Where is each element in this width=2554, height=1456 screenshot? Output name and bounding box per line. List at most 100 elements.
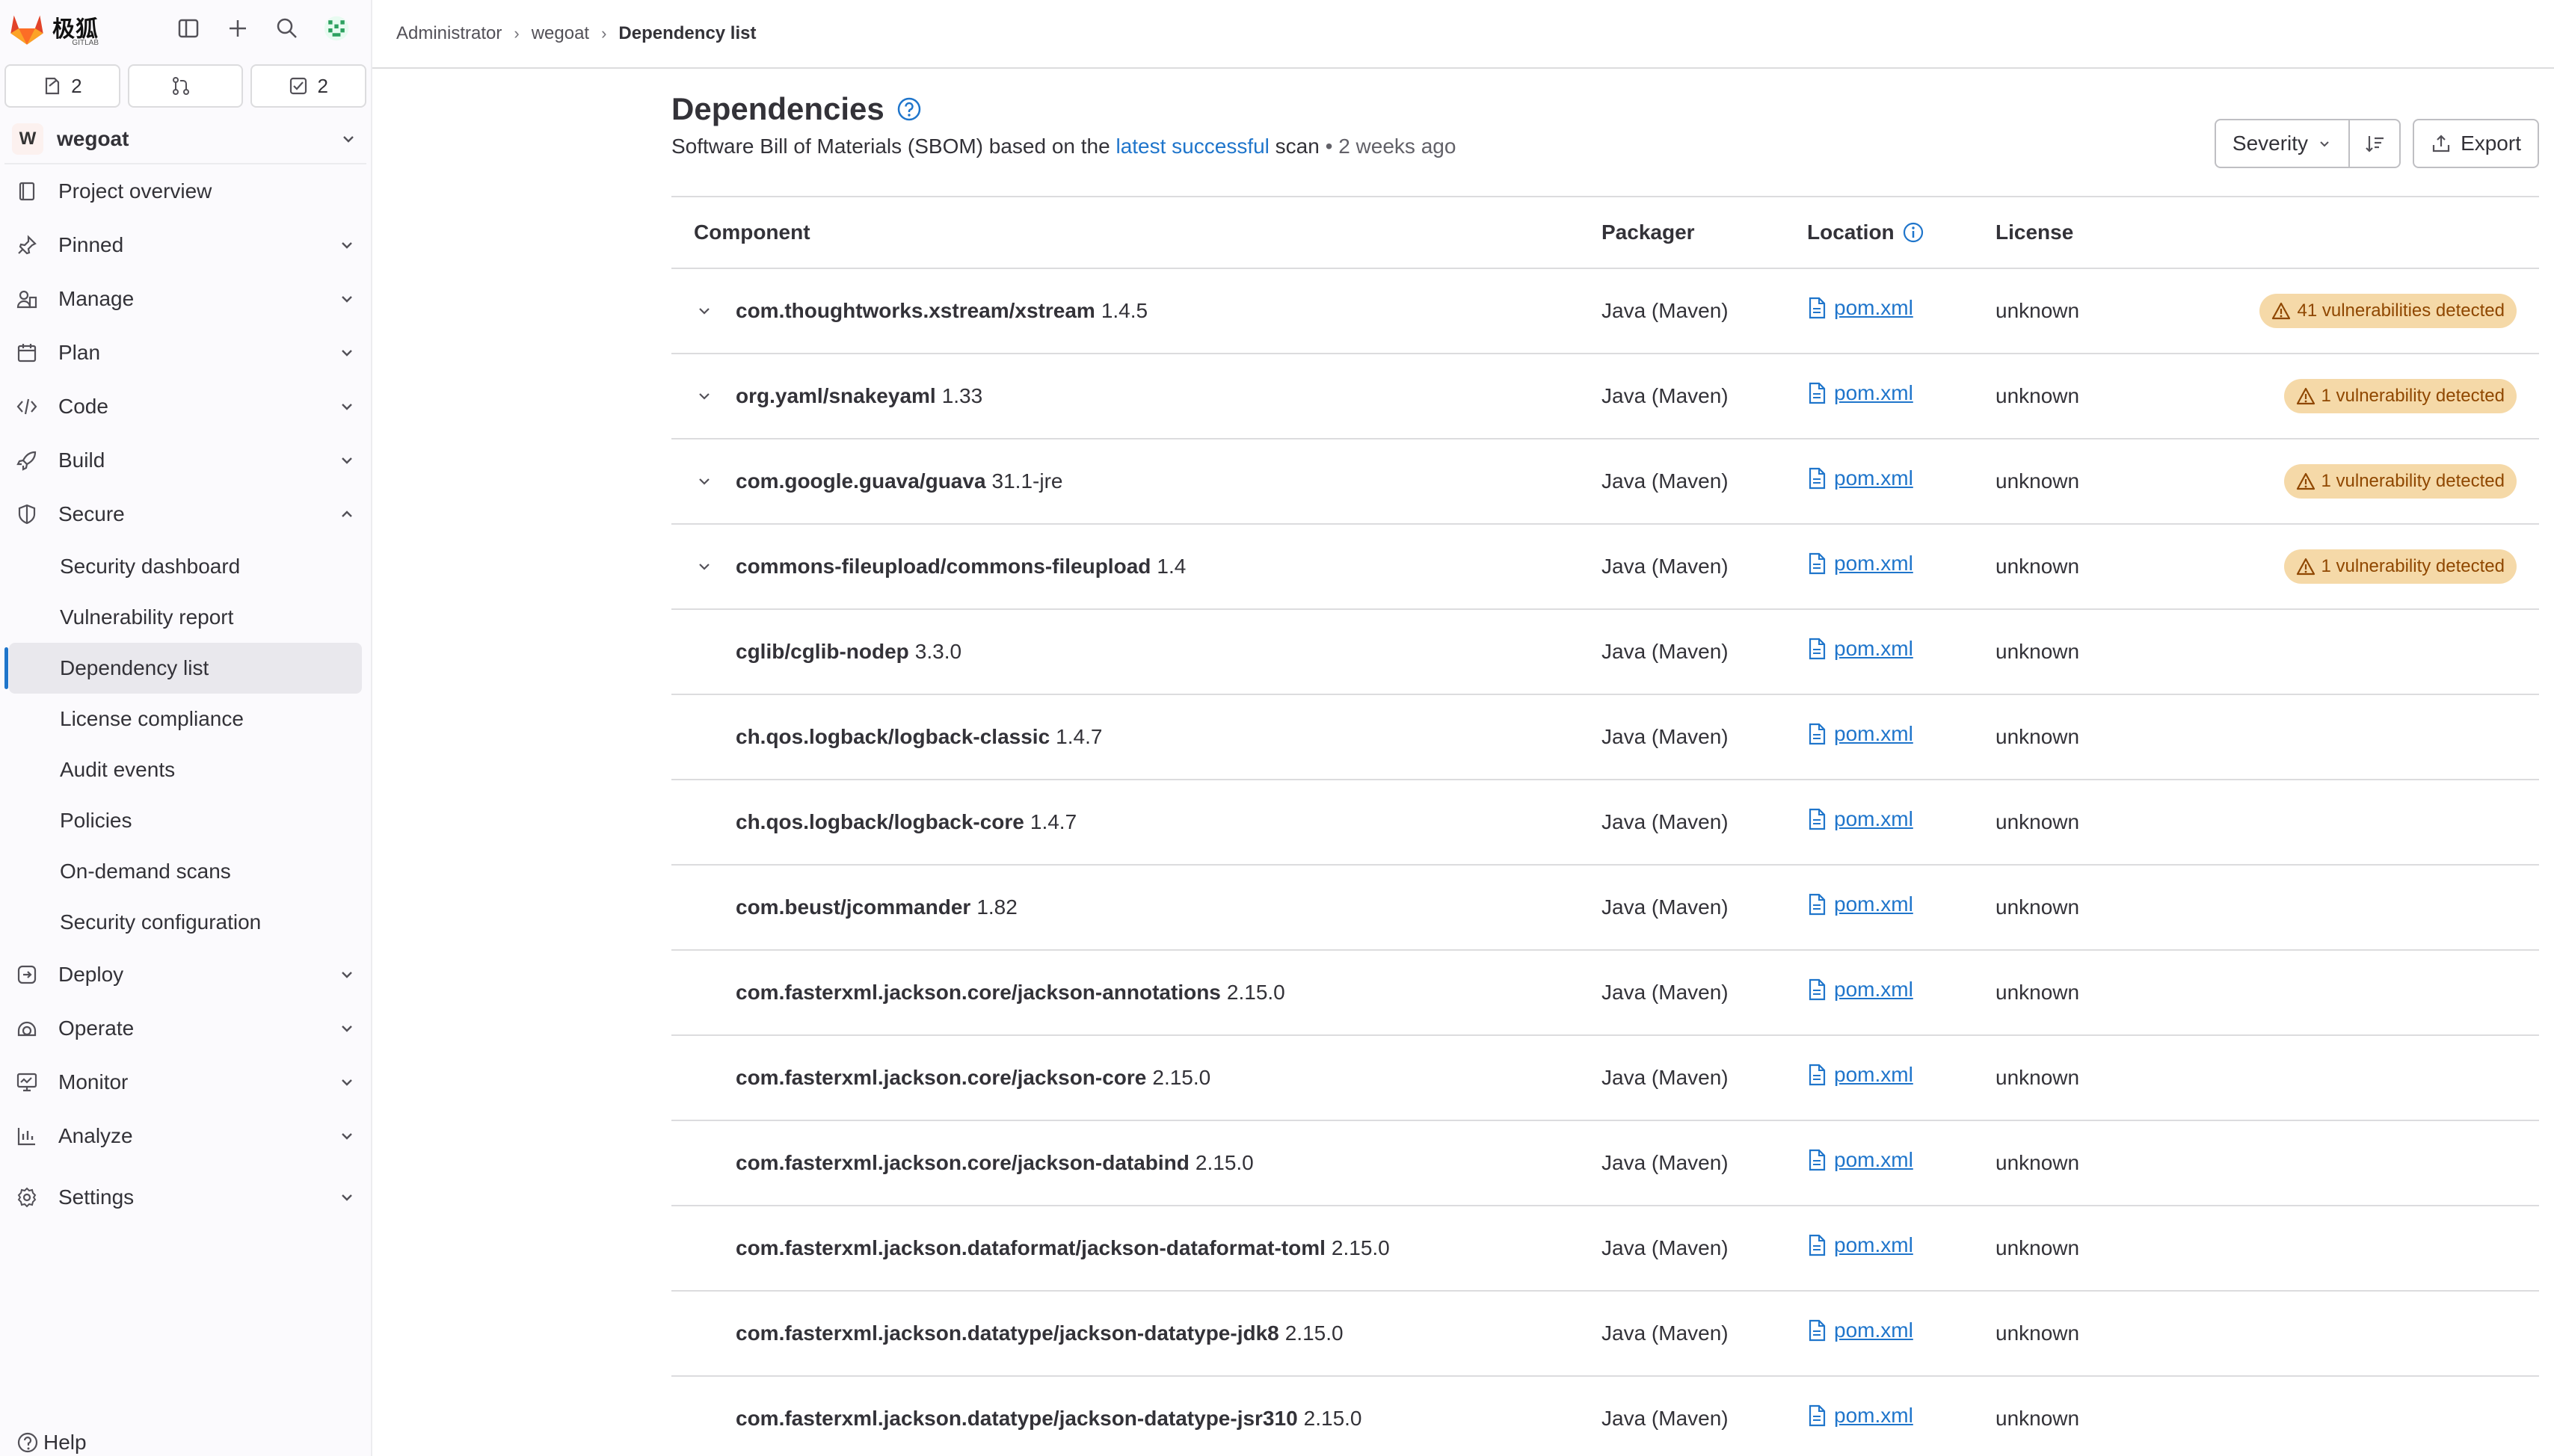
sort-direction-button[interactable] [2350, 119, 2401, 168]
sidebar-item-label: Build [58, 448, 105, 472]
vulnerability-badge[interactable]: 1 vulnerability detected [2283, 379, 2517, 413]
location-filename: pom.xml [1834, 1318, 1913, 1342]
table-header: Component Packager Location License [671, 197, 2539, 269]
monitor-icon [13, 1069, 40, 1096]
column-header-license: License [1995, 220, 2074, 244]
search-icon[interactable] [274, 15, 301, 42]
help-question-icon[interactable] [896, 96, 922, 122]
sidebar-item-label: Deploy [58, 963, 124, 986]
packager-cell: Java (Maven) [1601, 384, 1807, 408]
expand-row-chevron-icon[interactable] [694, 556, 715, 577]
sidebar-item-analyze[interactable]: Analyze [4, 1109, 366, 1163]
location-link[interactable]: pom.xml [1807, 466, 1913, 490]
project-icon [13, 178, 40, 205]
license-cell: unknown [1995, 640, 2197, 664]
export-button[interactable]: Export [2413, 119, 2539, 168]
vulnerability-badge[interactable]: 1 vulnerability detected [2283, 464, 2517, 499]
gear-icon [13, 1184, 40, 1211]
sidebar-toggle-icon[interactable] [175, 15, 202, 42]
location-link[interactable]: pom.xml [1807, 978, 1913, 1002]
sidebar-subitem-dependency-list[interactable]: Dependency list [4, 643, 362, 694]
issues-counter[interactable]: 2 [4, 64, 120, 108]
location-link[interactable]: pom.xml [1807, 637, 1913, 661]
sidebar-subitem-security-dashboard[interactable]: Security dashboard [9, 541, 362, 592]
license-cell: unknown [1995, 895, 2197, 919]
location-link[interactable]: pom.xml [1807, 892, 1913, 916]
breadcrumb-item-project[interactable]: wegoat [532, 23, 589, 44]
table-row: com.fasterxml.jackson.core/jackson-core … [671, 1036, 2539, 1121]
sidebar-item-pinned[interactable]: Pinned [4, 218, 366, 272]
info-icon[interactable] [1902, 221, 1924, 244]
license-value: unknown [1995, 469, 2080, 493]
user-avatar-icon[interactable] [323, 15, 350, 42]
table-body: com.thoughtworks.xstream/xstream 1.4.5 J… [671, 269, 2539, 1456]
breadcrumb-item-administrator[interactable]: Administrator [396, 23, 502, 44]
location-link[interactable]: pom.xml [1807, 1148, 1913, 1172]
latest-scan-link[interactable]: latest successful [1116, 135, 1269, 158]
location-filename: pom.xml [1834, 722, 1913, 745]
vulnerability-badge[interactable]: 1 vulnerability detected [2283, 549, 2517, 584]
todos-counter[interactable]: 2 [250, 64, 367, 108]
sidebar-item-code[interactable]: Code [4, 380, 366, 434]
sidebar-item-plan[interactable]: Plan [4, 326, 366, 380]
sidebar-item-deploy[interactable]: Deploy [4, 948, 366, 1002]
project-switcher[interactable]: W wegoat [4, 115, 366, 164]
license-cell: unknown [1995, 981, 2197, 1005]
component-version: 1.33 [941, 384, 983, 407]
table-row: commons-fileupload/commons-fileupload 1.… [671, 525, 2539, 610]
breadcrumb-item-current[interactable]: Dependency list [618, 23, 756, 44]
location-cell: pom.xml [1807, 381, 1995, 405]
sidebar-subitem-security-configuration[interactable]: Security configuration [9, 897, 362, 948]
location-link[interactable]: pom.xml [1807, 1063, 1913, 1087]
sidebar-item-manage[interactable]: Manage [4, 272, 366, 326]
packager-value: Java (Maven) [1601, 895, 1729, 919]
project-name: wegoat [57, 127, 129, 150]
location-filename: pom.xml [1834, 978, 1913, 1001]
component-version: 2.15.0 [1226, 981, 1285, 1004]
sidebar-item-settings[interactable]: Settings [4, 1170, 366, 1224]
location-link[interactable]: pom.xml [1807, 381, 1913, 405]
location-link[interactable]: pom.xml [1807, 807, 1913, 831]
license-value: unknown [1995, 810, 2080, 833]
location-link[interactable]: pom.xml [1807, 552, 1913, 576]
sidebar-item-label: Pinned [58, 233, 124, 256]
location-link[interactable]: pom.xml [1807, 1404, 1913, 1428]
sidebar-item-monitor[interactable]: Monitor [4, 1055, 366, 1109]
component-cell: ch.qos.logback/logback-core 1.4.7 [671, 810, 1601, 834]
sidebar-item-secure[interactable]: Secure [4, 487, 366, 541]
merge-requests-counter[interactable] [127, 64, 244, 108]
sidebar-subitem-license-compliance[interactable]: License compliance [9, 694, 362, 744]
location-link[interactable]: pom.xml [1807, 1318, 1913, 1342]
packager-value: Java (Maven) [1601, 1066, 1729, 1089]
sidebar-subitem-on-demand-scans[interactable]: On-demand scans [9, 846, 362, 897]
sidebar-item-build[interactable]: Build [4, 434, 366, 487]
expand-row-chevron-icon[interactable] [694, 471, 715, 492]
sidebar-item-operate[interactable]: Operate [4, 1002, 366, 1055]
sidebar-subitem-vulnerability-report[interactable]: Vulnerability report [9, 592, 362, 643]
location-filename: pom.xml [1834, 381, 1913, 404]
location-link[interactable]: pom.xml [1807, 1233, 1913, 1257]
table-row: com.fasterxml.jackson.core/jackson-datab… [671, 1121, 2539, 1206]
location-cell: pom.xml [1807, 466, 1995, 490]
help-label: Help [43, 1431, 87, 1454]
location-link[interactable]: pom.xml [1807, 722, 1913, 746]
brand-logo[interactable]: 极狐 GITLAB [7, 10, 172, 47]
sidebar-item-project-overview[interactable]: Project overview [4, 164, 366, 218]
license-value: unknown [1995, 1151, 2080, 1174]
issues-count: 2 [71, 74, 82, 97]
vulnerability-badge[interactable]: 41 vulnerabilities detected [2259, 294, 2517, 328]
packager-cell: Java (Maven) [1601, 1236, 1807, 1260]
expand-row-chevron-icon[interactable] [694, 300, 715, 321]
table-row: com.fasterxml.jackson.datatype/jackson-d… [671, 1292, 2539, 1377]
location-filename: pom.xml [1834, 1063, 1913, 1086]
create-new-icon[interactable] [224, 15, 251, 42]
help-button[interactable]: Help [16, 1431, 87, 1455]
location-link[interactable]: pom.xml [1807, 296, 1913, 320]
expand-row-chevron-icon[interactable] [694, 386, 715, 407]
component-version: 31.1-jre [991, 469, 1063, 493]
component-version: 3.3.0 [914, 640, 962, 663]
sort-field-label: Severity [2232, 132, 2309, 155]
sort-field-dropdown[interactable]: Severity [2214, 119, 2351, 168]
sidebar-subitem-audit-events[interactable]: Audit events [9, 744, 362, 795]
sidebar-subitem-policies[interactable]: Policies [9, 795, 362, 846]
